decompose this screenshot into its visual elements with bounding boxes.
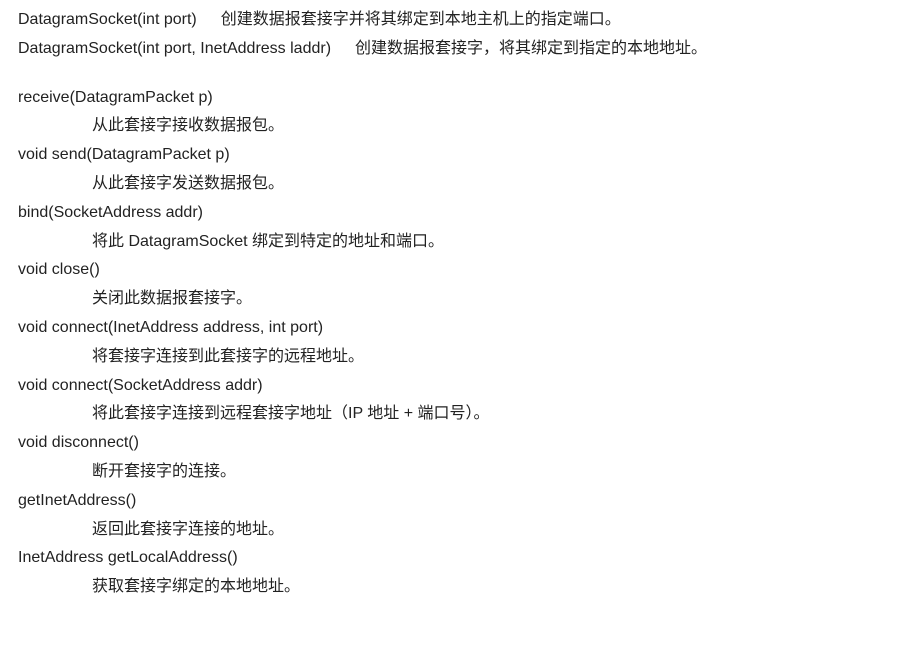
method-desc: 关闭此数据报套接字。 (92, 285, 912, 314)
method-sig: receive(DatagramPacket p) (18, 84, 912, 113)
method-desc: 返回此套接字连接的地址。 (92, 516, 912, 545)
method-sig: bind(SocketAddress addr) (18, 199, 912, 228)
method-sig: void send(DatagramPacket p) (18, 141, 912, 170)
constructor-line: DatagramSocket(int port, InetAddress lad… (18, 35, 912, 64)
constructor-sig: DatagramSocket(int port) (18, 6, 197, 35)
method-desc: 将套接字连接到此套接字的远程地址。 (92, 343, 912, 372)
method-sig: void connect(SocketAddress addr) (18, 372, 912, 401)
constructor-desc: 创建数据报套接字，将其绑定到指定的本地地址。 (355, 35, 707, 64)
method-desc: 将此 DatagramSocket 绑定到特定的地址和端口。 (92, 228, 912, 257)
constructor-desc: 创建数据报套接字并将其绑定到本地主机上的指定端口。 (221, 6, 621, 35)
method-desc: 从此套接字发送数据报包。 (92, 170, 912, 199)
method-sig: void connect(InetAddress address, int po… (18, 314, 912, 343)
method-desc: 断开套接字的连接。 (92, 458, 912, 487)
method-desc: 将此套接字连接到远程套接字地址（IP 地址 + 端口号）。 (92, 400, 912, 429)
method-sig: void close() (18, 256, 912, 285)
method-sig: getInetAddress() (18, 487, 912, 516)
constructor-sig: DatagramSocket(int port, InetAddress lad… (18, 35, 331, 64)
method-sig: void disconnect() (18, 429, 912, 458)
method-desc: 从此套接字接收数据报包。 (92, 112, 912, 141)
method-sig: InetAddress getLocalAddress() (18, 544, 912, 573)
constructor-line: DatagramSocket(int port) 创建数据报套接字并将其绑定到本… (18, 6, 912, 35)
method-desc: 获取套接字绑定的本地地址。 (92, 573, 912, 602)
